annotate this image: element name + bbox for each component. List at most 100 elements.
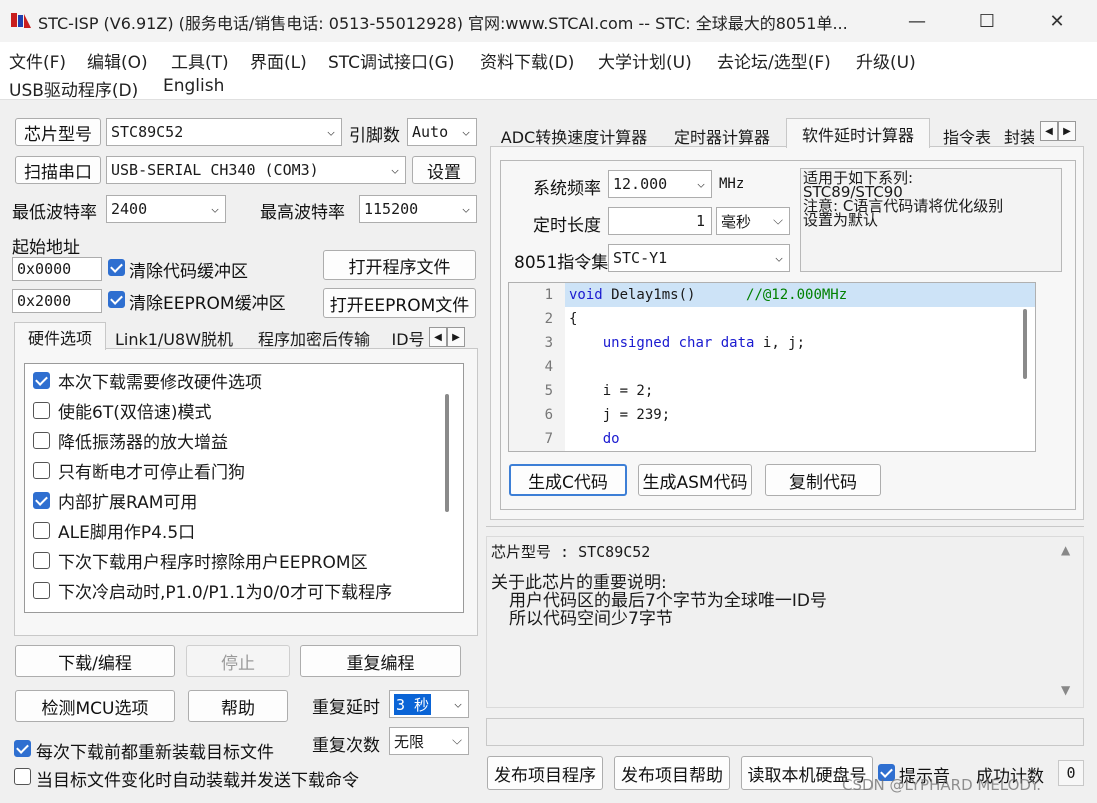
publish-program-button[interactable]: 发布项目程序: [487, 756, 603, 790]
list-item[interactable]: 本次下载需要修改硬件选项: [33, 368, 262, 393]
instruction-set-select[interactable]: STC-Y1 ⌵: [608, 244, 790, 272]
chip-info-panel[interactable]: 芯片型号 : STC89C52 关于此芯片的重要说明: 用户代码区的最后7个字节…: [486, 536, 1084, 708]
tab-delay-calculator[interactable]: 软件延时计算器: [786, 118, 930, 148]
code-line: 7 do: [509, 427, 620, 451]
instruction-set-value: STC-Y1: [613, 249, 668, 267]
menu-forum[interactable]: 去论坛/选型(F): [717, 48, 831, 73]
settings-button[interactable]: 设置: [412, 156, 476, 184]
tab-hardware-options[interactable]: 硬件选项: [14, 322, 106, 350]
checkbox[interactable]: [33, 401, 50, 419]
download-program-button[interactable]: 下载/编程: [15, 645, 175, 677]
close-button[interactable]: ✕: [1028, 0, 1086, 42]
clear-eeprom-checkbox[interactable]: [108, 291, 125, 308]
tab-encrypted-transfer[interactable]: 程序加密后传输: [246, 326, 382, 350]
maximize-button[interactable]: ☐: [958, 0, 1016, 42]
menu-tools[interactable]: 工具(T): [171, 48, 229, 73]
arrow-left-icon[interactable]: ◀: [429, 327, 447, 347]
tab-adc-calculator[interactable]: ADC转换速度计算器: [492, 124, 656, 148]
reload-before-download-checkbox[interactable]: [14, 740, 31, 757]
repeat-delay-select[interactable]: 3 秒 ⌵: [389, 690, 469, 718]
list-item[interactable]: 下次下载用户程序时擦除用户EEPROM区: [33, 548, 368, 573]
info-note-title: 关于此芯片的重要说明:: [491, 573, 667, 593]
checkbox[interactable]: [33, 431, 50, 449]
generate-c-button[interactable]: 生成C代码: [509, 464, 627, 496]
code-line: 3 unsigned char data i, j;: [509, 331, 805, 355]
list-item[interactable]: 降低振荡器的放大增益: [33, 428, 228, 453]
tab-link1-offline[interactable]: Link1/U8W脱机: [110, 326, 238, 350]
arrow-left-icon[interactable]: ◀: [1040, 121, 1058, 141]
checkbox[interactable]: [33, 461, 50, 479]
eeprom-address-field[interactable]: 0x2000: [12, 289, 102, 313]
checkbox[interactable]: [33, 371, 50, 389]
menu-debug-interface[interactable]: STC调试接口(G): [328, 48, 455, 73]
publish-help-button[interactable]: 发布项目帮助: [614, 756, 730, 790]
min-baud-value: 2400: [111, 200, 148, 218]
stop-button[interactable]: 停止: [186, 645, 290, 677]
checkbox[interactable]: [33, 551, 50, 569]
detect-mcu-button[interactable]: 检测MCU选项: [15, 690, 175, 722]
scrollbar-thumb[interactable]: [445, 394, 449, 512]
system-freq-select[interactable]: 12.000 ⌵: [608, 170, 712, 198]
list-item[interactable]: 只有断电才可停止看门狗: [33, 458, 245, 483]
tab-scroll-arrows: ◀ ▶: [429, 327, 465, 347]
option-label: ALE脚用作P4.5口: [58, 522, 196, 543]
clear-code-label: 清除代码缓冲区: [129, 262, 248, 282]
repeat-count-select[interactable]: 无限 ⌵: [389, 727, 469, 755]
menu-university[interactable]: 大学计划(U): [598, 48, 692, 73]
code-line: 6 j = 239;: [509, 403, 671, 427]
chip-type-button[interactable]: 芯片型号: [15, 118, 101, 146]
delay-unit-select[interactable]: 毫秒 ⌵: [716, 207, 790, 235]
menu-interface[interactable]: 界面(L): [250, 48, 307, 73]
code-line: 2 {: [509, 307, 578, 331]
min-baud-select[interactable]: 2400 ⌵: [106, 195, 226, 223]
line-number: 1: [544, 287, 553, 303]
checkbox[interactable]: [33, 521, 50, 539]
list-item[interactable]: 内部扩展RAM可用: [33, 488, 197, 513]
generated-code-view[interactable]: 1 void Delay1ms() //@12.000MHz 2 { 3 uns…: [508, 282, 1036, 452]
tab-id-number[interactable]: ID号: [388, 326, 428, 350]
scroll-down-icon[interactable]: ▼: [1061, 683, 1070, 697]
copy-code-button[interactable]: 复制代码: [765, 464, 881, 496]
max-baud-select[interactable]: 115200 ⌵: [359, 195, 477, 223]
code-address-field[interactable]: 0x0000: [12, 257, 102, 281]
tab-package[interactable]: 封装: [1004, 124, 1034, 148]
success-count-value: 0: [1058, 760, 1084, 786]
port-select[interactable]: USB-SERIAL CH340 (COM3) ⌵: [106, 156, 406, 184]
window-title: STC-ISP (V6.91Z) (服务电话/销售电话: 0513-550129…: [38, 14, 848, 33]
checkbox[interactable]: [33, 581, 50, 599]
tab-timer-calculator[interactable]: 定时器计算器: [662, 124, 782, 148]
menu-file[interactable]: 文件(F): [9, 48, 66, 73]
delay-length-field[interactable]: 1: [608, 207, 712, 235]
pin-count-label: 引脚数: [349, 126, 400, 146]
list-item[interactable]: 使能6T(双倍速)模式: [33, 398, 211, 423]
tab-instruction-table[interactable]: 指令表: [934, 124, 1000, 148]
scan-port-button[interactable]: 扫描串口: [15, 156, 101, 184]
app-icon: [11, 13, 31, 28]
list-item[interactable]: ALE脚用作P4.5口: [33, 518, 196, 543]
code-keyword: char: [678, 335, 713, 351]
menu-usb-driver[interactable]: USB驱动程序(D): [9, 76, 138, 101]
option-label: 只有断电才可停止看门狗: [58, 462, 245, 483]
menu-upgrade[interactable]: 升级(U): [856, 48, 916, 73]
line-number: 6: [544, 407, 553, 423]
line-number: 4: [544, 359, 553, 375]
open-eeprom-button[interactable]: 打开EEPROM文件: [323, 288, 476, 318]
list-item[interactable]: 下次冷启动时,P1.0/P1.1为0/0才可下载程序: [33, 578, 392, 603]
help-button[interactable]: 帮助: [188, 690, 288, 722]
minimize-button[interactable]: —: [888, 0, 946, 42]
arrow-right-icon[interactable]: ▶: [447, 327, 465, 347]
scroll-up-icon[interactable]: ▲: [1061, 543, 1070, 557]
open-program-button[interactable]: 打开程序文件: [323, 250, 476, 280]
generate-asm-button[interactable]: 生成ASM代码: [638, 464, 752, 496]
arrow-right-icon[interactable]: ▶: [1058, 121, 1076, 141]
menu-edit[interactable]: 编辑(O): [87, 48, 148, 73]
pin-count-select[interactable]: Auto ⌵: [407, 118, 477, 146]
clear-code-checkbox[interactable]: [108, 259, 125, 276]
menu-downloads[interactable]: 资料下载(D): [480, 48, 574, 73]
chip-type-select[interactable]: STC89C52 ⌵: [106, 118, 342, 146]
reprogram-button[interactable]: 重复编程: [300, 645, 461, 677]
scrollbar-thumb[interactable]: [1023, 309, 1027, 379]
checkbox[interactable]: [33, 491, 50, 509]
menu-english[interactable]: English: [163, 76, 224, 96]
auto-reload-checkbox[interactable]: [14, 768, 31, 785]
